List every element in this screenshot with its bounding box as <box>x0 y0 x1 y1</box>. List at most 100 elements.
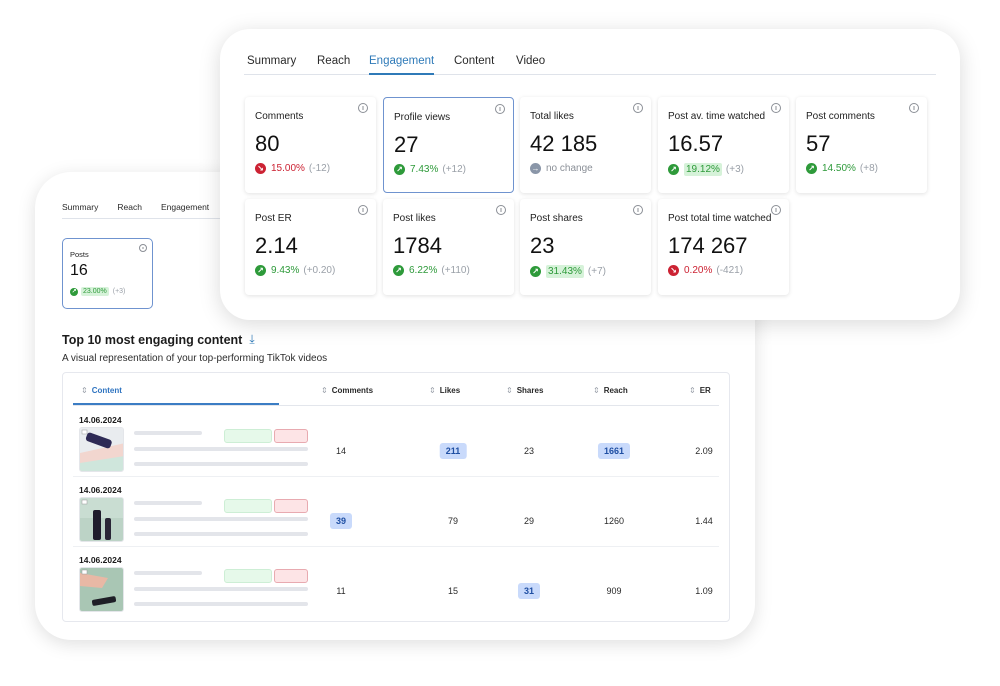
kpi-delta: ↘ 15.00% (-12) <box>255 163 330 174</box>
kpi-delta-absolute: (+3) <box>725 164 744 175</box>
back-tab-engagement[interactable]: Engagement <box>161 201 209 218</box>
section-title-text: Top 10 most engaging content <box>62 332 243 347</box>
kpi-card-post-shares[interactable]: Post shares 23 ↗ 31.43% (+7) <box>520 199 651 295</box>
cell-comments: 11 <box>336 586 346 596</box>
kpi-delta-absolute: (+3) <box>112 288 126 295</box>
info-icon[interactable] <box>496 205 506 215</box>
info-icon[interactable] <box>633 103 643 113</box>
column-header-shares[interactable]: ⇕ Shares <box>506 386 543 395</box>
negative-tag-placeholder <box>274 569 308 583</box>
tab-reach[interactable]: Reach <box>317 54 350 74</box>
tab-summary[interactable]: Summary <box>247 54 296 74</box>
sort-icon: ⇕ <box>689 386 696 395</box>
negative-tag-placeholder <box>274 499 308 513</box>
post-date: 14.06.2024 <box>79 555 122 565</box>
kpi-card-post-av-time-watched[interactable]: Post av. time watched 16.57 ↗ 19.12% (+3) <box>658 97 789 193</box>
cell-comments: 14 <box>335 446 347 456</box>
info-icon[interactable] <box>495 104 505 114</box>
info-icon[interactable] <box>771 205 781 215</box>
info-icon[interactable] <box>771 103 781 113</box>
cell-shares: 23 <box>523 446 535 456</box>
column-label: Reach <box>603 386 628 395</box>
kpi-delta-percent: 15.00% <box>271 163 305 174</box>
column-label: Content <box>91 386 122 395</box>
cell-shares: 29 <box>523 516 535 526</box>
trend-down-icon: ↘ <box>668 265 679 276</box>
kpi-card-total-likes[interactable]: Total likes 42 185 → no change <box>520 97 651 193</box>
kpi-title: Comments <box>255 111 304 122</box>
post-thumbnail[interactable] <box>79 497 124 542</box>
kpi-delta: ↗ 23.00% (+3) <box>70 287 125 296</box>
tab-bar: Summary Reach Engagement Content Video <box>244 51 936 75</box>
post-thumbnail[interactable] <box>79 567 124 612</box>
posts-kpi-card[interactable]: Posts 16 ↗ 23.00% (+3) <box>62 238 153 309</box>
column-header-comments[interactable]: ⇕ Comments <box>321 386 373 395</box>
kpi-title: Post total time watched <box>668 213 772 224</box>
tab-engagement[interactable]: Engagement <box>369 54 435 75</box>
section-subtitle: A visual representation of your top-perf… <box>62 353 328 364</box>
table-row[interactable]: 14.06.2024 39 79 29 1260 1.44 <box>73 477 719 547</box>
kpi-delta: ↗ 19.12% (+3) <box>668 163 744 176</box>
trend-up-icon: ↗ <box>70 287 78 296</box>
back-tab-reach[interactable]: Reach <box>117 201 142 218</box>
download-icon[interactable]: ⤓ <box>249 332 254 347</box>
cell-likes: 79 <box>447 516 459 526</box>
kpi-value: 80 <box>255 131 280 156</box>
kpi-value: 57 <box>806 131 831 156</box>
kpi-card-profile-views[interactable]: Profile views 27 ↗ 7.43% (+12) <box>383 97 514 193</box>
trend-up-icon: ↗ <box>806 163 817 174</box>
cell-er: 1.09 <box>695 586 713 596</box>
sort-icon: ⇕ <box>81 386 88 395</box>
kpi-value: 16 <box>70 262 88 279</box>
cell-likes: 211 <box>439 443 467 459</box>
info-icon[interactable] <box>358 205 368 215</box>
info-icon[interactable] <box>909 103 919 113</box>
trend-up-icon: ↗ <box>530 266 541 277</box>
kpi-delta-absolute: (+0.20) <box>303 265 336 276</box>
cell-comments: 39 <box>329 513 353 529</box>
kpi-card-post-total-time-watched[interactable]: Post total time watched 174 267 ↘ 0.20% (-42… <box>658 199 789 295</box>
kpi-card-post-likes[interactable]: Post likes 1784 ↗ 6.22% (+110) <box>383 199 514 295</box>
kpi-value: 1784 <box>393 233 442 258</box>
kpi-card-comments[interactable]: Comments 80 ↘ 15.00% (-12) <box>245 97 376 193</box>
cell-shares: 31 <box>517 583 541 599</box>
table-row[interactable]: 14.06.2024 11 15 31 909 1.09 <box>73 547 719 617</box>
column-header-reach[interactable]: ⇕ Reach <box>593 386 628 395</box>
column-header-likes[interactable]: ⇕ Likes <box>429 386 460 395</box>
trend-up-icon: ↗ <box>394 164 405 175</box>
kpi-card-post-comments[interactable]: Post comments 57 ↗ 14.50% (+8) <box>796 97 927 193</box>
post-date: 14.06.2024 <box>79 415 122 425</box>
kpi-title: Post ER <box>255 213 292 224</box>
section-title: Top 10 most engaging content ⤓ <box>62 332 255 347</box>
column-header-er[interactable]: ⇕ ER <box>689 386 711 395</box>
trend-down-icon: ↘ <box>255 163 266 174</box>
tab-content[interactable]: Content <box>454 54 494 74</box>
kpi-delta-percent: 14.50% <box>822 163 856 174</box>
cell-er: 2.09 <box>695 446 713 456</box>
column-label: ER <box>699 386 711 395</box>
active-column-indicator <box>73 403 279 405</box>
engagement-panel: Summary Reach Engagement Content Video C… <box>220 29 960 320</box>
kpi-delta-absolute: (-12) <box>308 163 331 174</box>
kpi-delta: ↗ 7.43% (+12) <box>394 164 466 175</box>
tab-video[interactable]: Video <box>516 54 545 74</box>
kpi-delta-absolute: (+12) <box>442 164 466 175</box>
kpi-title: Post likes <box>393 213 436 224</box>
kpi-title: Posts <box>70 250 89 259</box>
positive-tag-placeholder <box>224 569 272 583</box>
kpi-delta-percent: 6.22% <box>409 265 438 276</box>
info-icon[interactable] <box>633 205 643 215</box>
table-row[interactable]: 14.06.2024 14 211 23 1661 2.09 <box>73 407 719 477</box>
post-thumbnail[interactable] <box>79 427 124 472</box>
kpi-card-post-er[interactable]: Post ER 2.14 ↗ 9.43% (+0.20) <box>245 199 376 295</box>
kpi-delta-percent: 9.43% <box>271 265 300 276</box>
info-icon[interactable] <box>139 244 147 252</box>
column-header-content[interactable]: ⇕ Content <box>81 386 122 395</box>
kpi-delta-percent: 7.43% <box>410 164 439 175</box>
info-icon[interactable] <box>358 103 368 113</box>
kpi-value: 16.57 <box>668 131 724 156</box>
table-header: ⇕ Content ⇕ Comments ⇕ Likes ⇕ Shares ⇕ … <box>73 373 719 406</box>
column-label: Shares <box>516 386 544 395</box>
back-tab-summary[interactable]: Summary <box>62 201 98 218</box>
kpi-delta-percent: 23.00% <box>81 287 109 296</box>
